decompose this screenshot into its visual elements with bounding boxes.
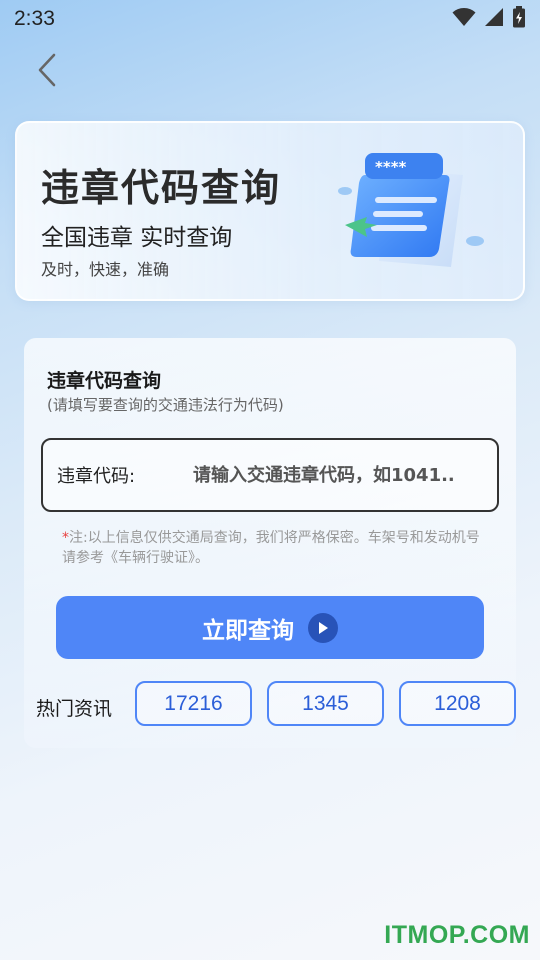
violation-code-field[interactable]: 违章代码: bbox=[41, 438, 499, 512]
banner-subtitle: 全国违章 实时查询 bbox=[41, 225, 233, 251]
back-button[interactable] bbox=[30, 53, 64, 91]
hot-item-1[interactable]: 17216 bbox=[135, 681, 252, 726]
form-title: 违章代码查询 bbox=[47, 370, 162, 392]
status-time: 2:33 bbox=[14, 7, 55, 30]
violation-code-input[interactable] bbox=[193, 464, 483, 486]
status-icons bbox=[452, 6, 526, 32]
privacy-notice: *注:以上信息仅供交通局查询，我们将严格保密。车架号和发动机号请参考《车辆行驶证… bbox=[62, 528, 482, 568]
battery-charging-icon bbox=[512, 6, 526, 32]
hot-item-3[interactable]: 1208 bbox=[399, 681, 516, 726]
form-hint: (请填写要查询的交通违法行为代码) bbox=[47, 396, 284, 414]
violation-code-label: 违章代码: bbox=[57, 466, 136, 487]
cellular-signal-icon bbox=[484, 7, 504, 31]
chevron-left-icon bbox=[36, 53, 58, 91]
header-banner: 违章代码查询 全国违章 实时查询 及时，快速，准确 **** bbox=[15, 121, 525, 301]
play-circle-icon bbox=[308, 612, 338, 643]
status-bar: 2:33 bbox=[0, 0, 540, 38]
query-form-card: 违章代码查询 (请填写要查询的交通违法行为代码) 违章代码: *注:以上信息仅供… bbox=[24, 338, 516, 748]
notice-text: 注:以上信息仅供交通局查询，我们将严格保密。车架号和发动机号请参考《车辆行驶证》… bbox=[62, 530, 480, 566]
query-now-label: 立即查询 bbox=[202, 617, 294, 644]
banner-title: 违章代码查询 bbox=[41, 166, 282, 210]
site-watermark: ITMOP.COM bbox=[384, 921, 530, 949]
hot-news-label: 热门资讯 bbox=[36, 698, 113, 720]
query-now-button[interactable]: 立即查询 bbox=[56, 596, 484, 659]
illustration-text: **** bbox=[375, 158, 407, 176]
required-star: * bbox=[62, 530, 69, 546]
wifi-icon bbox=[452, 7, 476, 31]
hot-item-2[interactable]: 1345 bbox=[267, 681, 384, 726]
document-illustration-icon: **** bbox=[325, 145, 485, 275]
banner-tagline: 及时，快速，准确 bbox=[41, 260, 170, 279]
